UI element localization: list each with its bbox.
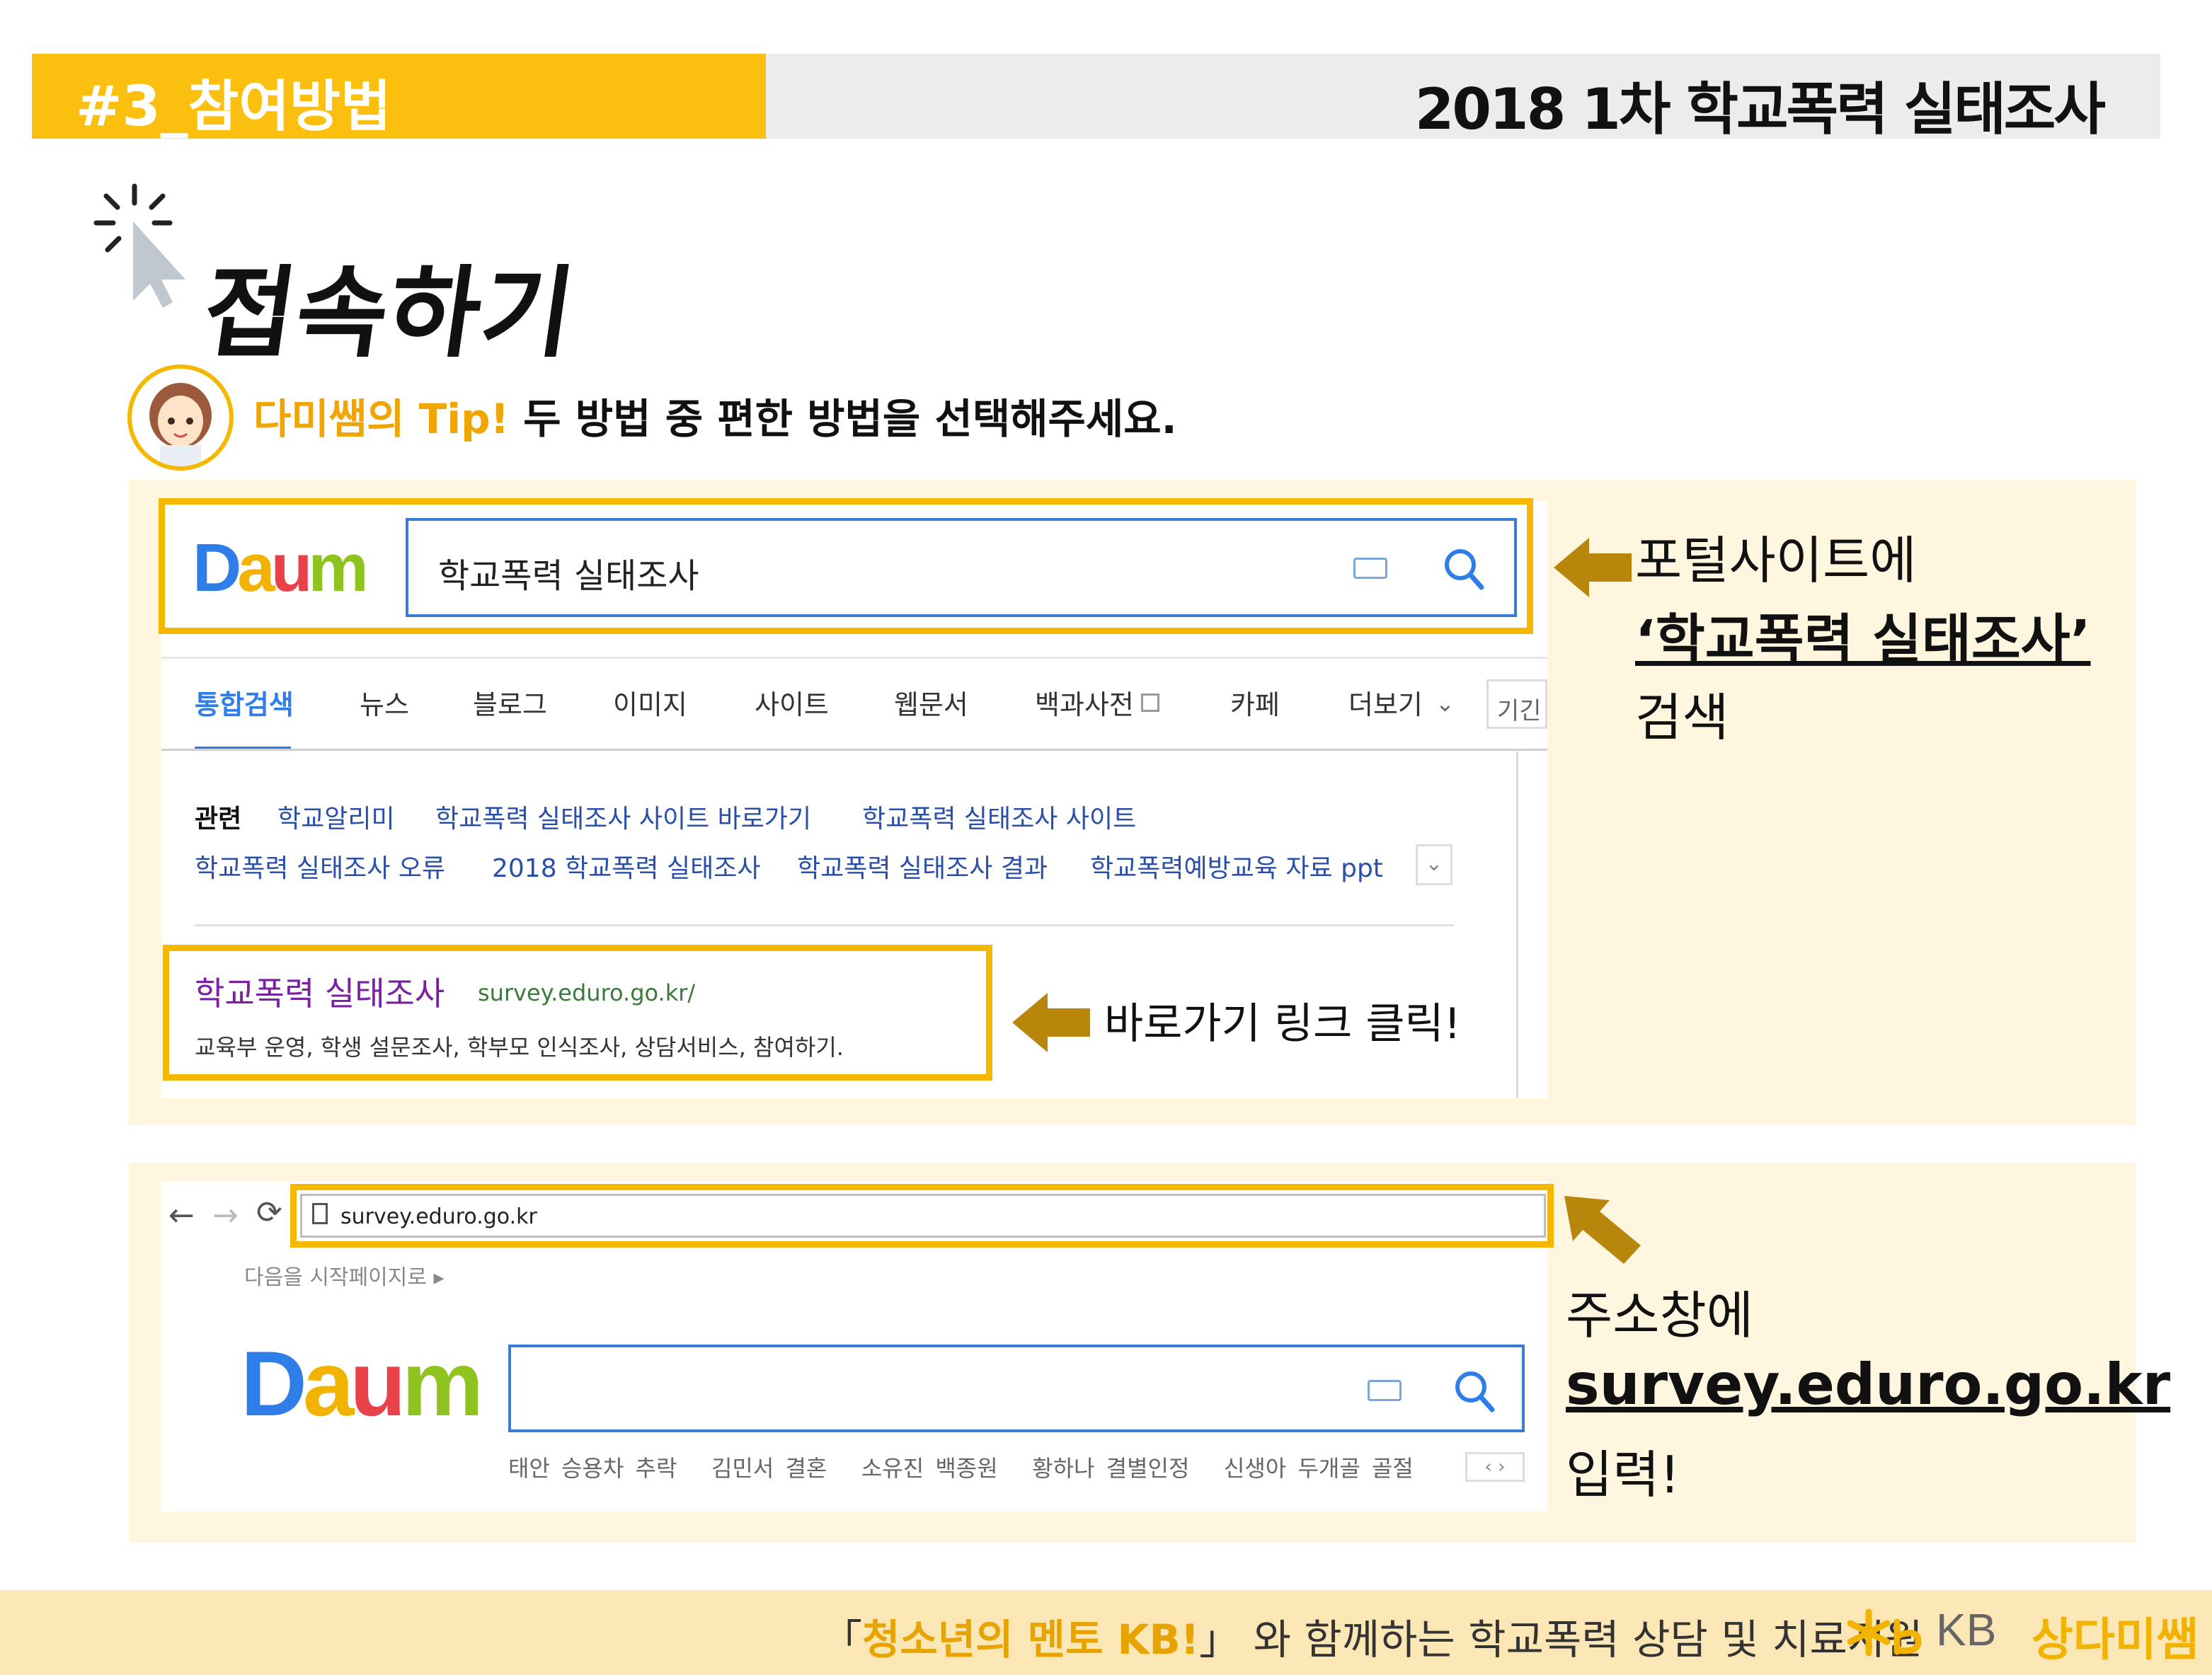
arrow-up-left-icon	[1564, 1196, 1641, 1264]
related-link[interactable]: 학교폭력 실태조사 결과	[797, 848, 1048, 885]
tab-webdocs[interactable]: 웹문서	[894, 683, 968, 722]
annot-link-click: 바로가기 링크 클릭!	[1104, 999, 1461, 1049]
related-link[interactable]: 학교알리미	[277, 798, 395, 835]
chevron-down-icon[interactable]: ⌄	[1435, 690, 1455, 717]
tabs-bottom-border	[161, 749, 1547, 751]
related-link[interactable]: 2018 학교폭력 실태조사	[492, 848, 760, 885]
tab-integrated[interactable]: 통합검색	[195, 683, 294, 722]
search-value: 학교폭력 실태조사	[438, 556, 699, 596]
annot-address-line2: survey.eduro.go.kr	[1566, 1352, 2171, 1417]
annot-address-line1: 주소창에	[1566, 1286, 1753, 1345]
trending-item[interactable]: 태안 승용차 추락	[508, 1455, 677, 1482]
result-divider	[195, 924, 1455, 926]
page-title: 접속하기	[195, 255, 583, 372]
tab-more[interactable]: 더보기	[1348, 683, 1423, 722]
avatar	[127, 364, 234, 471]
back-icon[interactable]: ←	[168, 1197, 195, 1233]
footer-brand-kb: KB	[1936, 1604, 1997, 1655]
tab-encyclopedia[interactable]: 백과사전	[1035, 683, 1134, 722]
search-input[interactable]	[508, 1345, 1525, 1432]
tab-images[interactable]: 이미지	[613, 683, 687, 722]
arrow-left-icon	[1012, 993, 1090, 1052]
daum-logo: Daum	[193, 530, 369, 606]
result-title-link[interactable]: 학교폭력 실태조사	[195, 968, 445, 1015]
bracket-close: 」	[1199, 1616, 1241, 1664]
tab-cafe[interactable]: 카페	[1230, 683, 1280, 722]
expand-chevron-icon[interactable]: ⌄	[1416, 844, 1452, 885]
trending-item[interactable]: 신생아 두개골 골절	[1224, 1455, 1414, 1482]
dictionary-box-icon	[1141, 693, 1159, 712]
bracket-open: 「	[821, 1616, 863, 1664]
annot-search-line3: 검색	[1635, 688, 1729, 747]
doc-title-bar: 2018 1차 학교폭력 실태조사	[766, 54, 2160, 142]
related-label: 관련	[195, 805, 242, 834]
trending-item[interactable]: 김민서 결혼	[711, 1455, 827, 1482]
keyboard-icon[interactable]	[1353, 558, 1387, 579]
search-icon[interactable]	[1452, 1369, 1495, 1414]
trending-pager[interactable]: ‹ ›	[1465, 1452, 1525, 1482]
daum-logo: Daum	[241, 1332, 483, 1435]
tab-sites[interactable]: 사이트	[755, 683, 829, 722]
annot-address-line3: 입력!	[1566, 1445, 1680, 1504]
section-header: #3_참여방법	[32, 54, 766, 139]
period-filter[interactable]: 기긴	[1486, 679, 1547, 729]
content-divider	[1516, 752, 1518, 1098]
trending-searches: 태안 승용차 추락 김민서 결혼 소유진 백종원 황하나 결별인정 신생아 두개…	[508, 1451, 1414, 1483]
related-link[interactable]: 학교폭력예방교육 자료 ppt	[1090, 848, 1383, 885]
result-description: 교육부 운영, 학생 설문조사, 학부모 인식조사, 상담서비스, 참여하기.	[195, 1034, 844, 1061]
tab-blog[interactable]: 블로그	[473, 683, 547, 722]
reload-icon[interactable]: ⟳	[256, 1195, 282, 1231]
doc-title: 2018 1차 학교폭력 실태조사	[1414, 76, 2106, 142]
address-bar[interactable]: survey.eduro.go.kr	[300, 1194, 1546, 1238]
cursor-click-icon	[93, 183, 185, 308]
keyboard-icon[interactable]	[1368, 1380, 1402, 1401]
result-url[interactable]: survey.eduro.go.kr/	[478, 979, 695, 1006]
tip-text: 다미쌤의 Tip! 두 방법 중 편한 방법을 선택해주세요.	[253, 386, 1177, 445]
tabs-top-border	[161, 657, 1547, 659]
forward-icon[interactable]: →	[212, 1197, 239, 1233]
footer-brand-name: 상다미쌤	[2032, 1614, 2199, 1667]
annot-search-line2: ‘학교폭력 실태조사’	[1635, 608, 2091, 671]
address-value: survey.eduro.go.kr	[340, 1204, 537, 1229]
footer-mentor: 청소년의 멘토 KB!	[862, 1616, 1200, 1664]
page-icon	[312, 1203, 328, 1224]
related-link[interactable]: 학교폭력 실태조사 사이트 바로가기	[435, 798, 811, 835]
search-input[interactable]: 학교폭력 실태조사	[406, 518, 1517, 617]
tip-label: 다미쌤의 Tip!	[253, 395, 510, 443]
arrow-left-icon	[1554, 538, 1632, 597]
section-label: #3_참여방법	[76, 75, 391, 139]
search-icon[interactable]	[1442, 546, 1484, 592]
related-link[interactable]: 학교폭력 실태조사 오류	[195, 848, 445, 885]
related-link[interactable]: 학교폭력 실태조사 사이트	[862, 798, 1136, 835]
annot-search-line1: 포털사이트에	[1635, 531, 1917, 590]
trending-item[interactable]: 소유진 백종원	[861, 1455, 998, 1482]
homepage-link[interactable]: 다음을 시작페이지로 ▸	[244, 1260, 445, 1291]
tab-news[interactable]: 뉴스	[360, 683, 409, 722]
footer-text: 「청소년의 멘토 KB!」 와 함께하는 학교폭력 상담 및 치료지원	[821, 1606, 1923, 1666]
footer-desc: 와 함께하는 학교폭력 상담 및 치료지원	[1253, 1616, 1923, 1664]
tip-body: 두 방법 중 편한 방법을 선택해주세요.	[523, 395, 1177, 443]
kb-star-logo-icon	[1847, 1608, 1922, 1657]
trending-item[interactable]: 황하나 결별인정	[1032, 1455, 1189, 1482]
